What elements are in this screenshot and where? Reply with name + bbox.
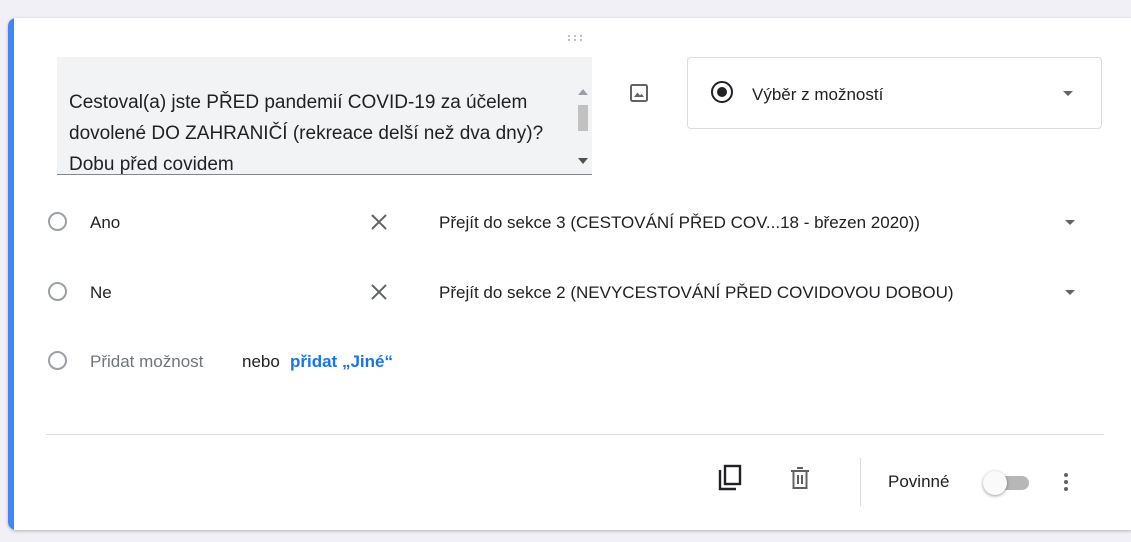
option-row: Ano Přejít do sekce 3 (CESTOVÁNÍ PŘED CO… xyxy=(8,203,1131,243)
more-options-button[interactable] xyxy=(1054,465,1078,499)
scroll-thumb[interactable] xyxy=(578,105,588,131)
scroll-up-arrow-icon[interactable] xyxy=(578,89,588,95)
remove-option-button[interactable] xyxy=(367,280,391,304)
question-type-label: Výběr z možností xyxy=(752,85,884,104)
option-label[interactable]: Ano xyxy=(90,213,120,233)
question-title-text[interactable]: Cestoval(a) jste PŘED pandemií COVID-19 … xyxy=(69,87,559,174)
required-toggle[interactable] xyxy=(983,471,1035,495)
go-to-section-dropdown[interactable]: Přejít do sekce 3 (CESTOVÁNÍ PŘED COV...… xyxy=(439,203,1079,243)
footer-vertical-divider xyxy=(860,458,861,506)
close-icon xyxy=(371,284,387,300)
add-option-row: Přidat možnost nebo přidat „Jiné“ xyxy=(8,342,708,382)
footer-divider xyxy=(46,434,1104,435)
section-label: Přejít do sekce 3 (CESTOVÁNÍ PŘED COV...… xyxy=(439,213,920,232)
option-label[interactable]: Ne xyxy=(90,283,112,303)
toggle-thumb xyxy=(983,471,1007,495)
chevron-down-icon xyxy=(1065,220,1075,225)
radio-unchecked-icon xyxy=(48,282,67,301)
go-to-section-dropdown[interactable]: Přejít do sekce 2 (NEVYCESTOVÁNÍ PŘED CO… xyxy=(439,273,1079,313)
option-row: Ne Přejít do sekce 2 (NEVYCESTOVÁNÍ PŘED… xyxy=(8,273,1131,313)
image-icon xyxy=(630,84,648,102)
radio-unchecked-icon xyxy=(48,351,67,370)
duplicate-button[interactable] xyxy=(710,458,750,498)
scroll-down-arrow-icon[interactable] xyxy=(578,158,588,164)
chevron-down-icon xyxy=(1065,290,1075,295)
remove-option-button[interactable] xyxy=(367,210,391,234)
radio-unchecked-icon xyxy=(48,212,67,231)
chevron-down-icon xyxy=(1063,91,1073,96)
trash-icon xyxy=(791,467,809,489)
question-scrollbar[interactable] xyxy=(574,57,592,174)
section-label: Přejít do sekce 2 (NEVYCESTOVÁNÍ PŘED CO… xyxy=(439,283,954,302)
drag-handle-icon[interactable] xyxy=(564,34,586,46)
copy-icon xyxy=(718,464,742,491)
required-label: Povinné xyxy=(888,472,950,491)
question-card: Cestoval(a) jste PŘED pandemií COVID-19 … xyxy=(8,18,1131,530)
radio-checked-icon xyxy=(711,81,733,103)
more-vert-icon-dot xyxy=(1064,487,1068,491)
add-option-input[interactable]: Přidat možnost xyxy=(90,352,203,372)
close-icon xyxy=(371,214,387,230)
add-other-link[interactable]: přidat „Jiné“ xyxy=(290,352,393,372)
question-title-input[interactable]: Cestoval(a) jste PŘED pandemií COVID-19 … xyxy=(57,57,592,175)
add-image-button[interactable] xyxy=(622,76,656,110)
question-type-dropdown[interactable]: Výběr z možností xyxy=(687,57,1102,129)
delete-button[interactable] xyxy=(780,458,820,498)
or-label: nebo xyxy=(242,352,280,371)
more-vert-icon-dot xyxy=(1064,480,1068,484)
more-vert-icon xyxy=(1064,473,1068,477)
